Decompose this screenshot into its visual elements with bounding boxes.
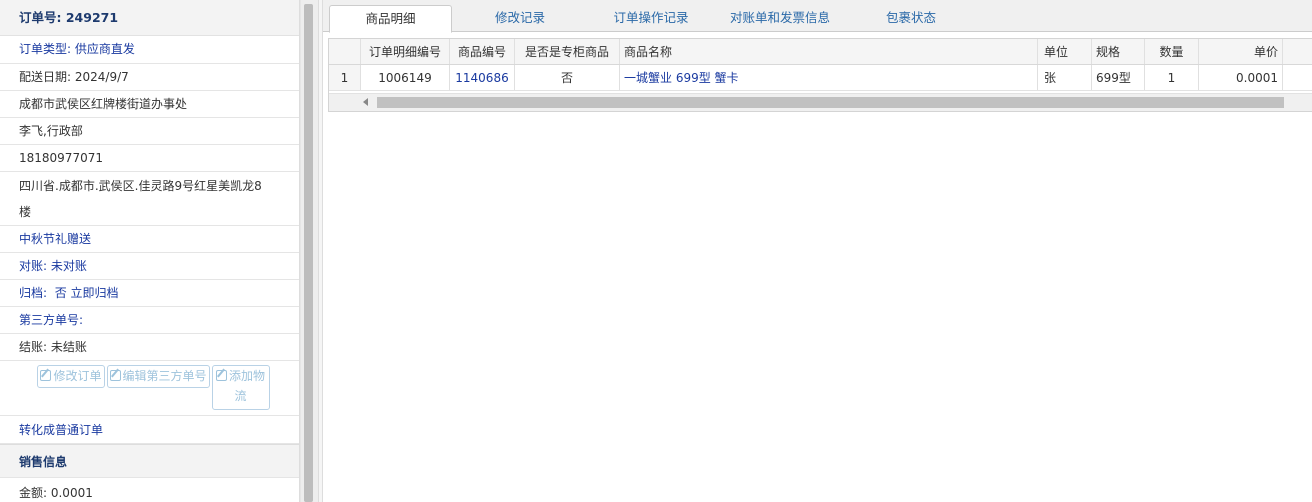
add-logistics-label-1: 添加物 bbox=[229, 369, 266, 383]
edit-third-party-button[interactable]: 编辑第三方单号 bbox=[106, 365, 210, 388]
tab-product-details[interactable]: 商品明细 bbox=[329, 5, 452, 33]
row-number-header bbox=[329, 39, 361, 64]
cell-qty: 1 bbox=[1145, 65, 1199, 90]
contact-info: 李飞,行政部 bbox=[0, 118, 299, 145]
add-logistics-button[interactable]: 添加物流 bbox=[211, 365, 270, 410]
left-panel-scrollbar[interactable] bbox=[304, 4, 313, 502]
grid-header-row: 订单明细编号 商品编号 是否是专柜商品 商品名称 单位 规格 数量 单价 bbox=[329, 39, 1312, 65]
panel-divider[interactable] bbox=[318, 0, 323, 502]
edit-order-button[interactable]: 修改订单 bbox=[37, 365, 105, 388]
row-number: 1 bbox=[329, 65, 361, 90]
col-qty-header[interactable]: 数量 bbox=[1145, 39, 1199, 64]
tab-order-operation-log[interactable]: 订单操作记录 bbox=[597, 5, 705, 32]
col-extra-header bbox=[1283, 39, 1312, 64]
archive-now-link[interactable]: 立即归档 bbox=[71, 286, 119, 300]
archive-label: 归档: bbox=[19, 286, 48, 300]
address-line-2: 楼 bbox=[19, 205, 32, 219]
col-price-header[interactable]: 单价 bbox=[1199, 39, 1283, 64]
sales-info-header: 销售信息 bbox=[0, 444, 299, 478]
tab-statement-invoice[interactable]: 对账单和发票信息 bbox=[715, 5, 845, 32]
archive-status: 归档: 否 立即归档 bbox=[0, 280, 299, 307]
table-row[interactable]: 1 1006149 1140686 否 一城蟹业 699型 蟹卡 张 699型 … bbox=[329, 65, 1312, 91]
order-number-label: 订单号: bbox=[19, 10, 62, 25]
order-number-value: 249271 bbox=[65, 10, 119, 25]
detail-tabs: 商品明细 修改记录 订单操作记录 对账单和发票信息 包裹状态 bbox=[323, 0, 1312, 33]
cell-extra bbox=[1283, 65, 1312, 90]
phone-number: 18180977071 bbox=[0, 145, 299, 172]
order-action-buttons: 修改订单 编辑第三方单号 添加物流 bbox=[0, 361, 299, 416]
reconcile-status: 对账: 未对账 bbox=[0, 253, 299, 280]
order-note: 中秋节礼赠送 bbox=[0, 226, 299, 253]
product-detail-grid: 订单明细编号 商品编号 是否是专柜商品 商品名称 单位 规格 数量 单价 1 1… bbox=[328, 38, 1312, 112]
convert-to-normal-order-link[interactable]: 转化成普通订单 bbox=[0, 416, 299, 444]
edit-icon bbox=[216, 370, 227, 381]
third-party-number: 第三方单号: bbox=[0, 307, 299, 334]
edit-icon bbox=[40, 370, 52, 381]
archive-value: 否 bbox=[54, 286, 67, 300]
col-unit-header[interactable]: 单位 bbox=[1038, 39, 1092, 64]
settle-status: 结账: 未结账 bbox=[0, 334, 299, 361]
order-type: 订单类型: 供应商直发 bbox=[0, 36, 299, 64]
scroll-left-icon[interactable] bbox=[363, 98, 368, 106]
delivery-date: 配送日期: 2024/9/7 bbox=[0, 64, 299, 91]
col-product-id-header[interactable]: 商品编号 bbox=[450, 39, 515, 64]
tab-change-log[interactable]: 修改记录 bbox=[453, 5, 587, 32]
cell-price: 0.0001 bbox=[1199, 65, 1283, 90]
cell-unit: 张 bbox=[1038, 65, 1092, 90]
address-line-1: 四川省.成都市.武侯区.佳灵路9号红星美凯龙8 bbox=[19, 179, 262, 193]
edit-order-label: 修改订单 bbox=[53, 369, 102, 383]
cell-counter: 否 bbox=[515, 65, 620, 90]
order-number-header: 订单号: 249271 bbox=[0, 0, 299, 36]
scrollbar-thumb[interactable] bbox=[377, 97, 1284, 108]
cell-product-id-link[interactable]: 1140686 bbox=[450, 65, 515, 90]
shipping-address: 四川省.成都市.武侯区.佳灵路9号红星美凯龙8 楼 bbox=[0, 172, 299, 226]
order-info-panel: 订单号: 249271 订单类型: 供应商直发 配送日期: 2024/9/7 成… bbox=[0, 0, 300, 502]
edit-third-party-label: 编辑第三方单号 bbox=[122, 369, 207, 383]
col-product-name-header[interactable]: 商品名称 bbox=[620, 39, 1038, 64]
col-spec-header[interactable]: 规格 bbox=[1092, 39, 1145, 64]
office-name: 成都市武侯区红牌楼街道办事处 bbox=[0, 91, 299, 118]
cell-detail-id: 1006149 bbox=[361, 65, 450, 90]
amount: 金额: 0.0001 bbox=[0, 478, 299, 502]
tab-package-status[interactable]: 包裹状态 bbox=[855, 5, 967, 32]
add-logistics-label-2: 流 bbox=[234, 389, 247, 403]
col-counter-header[interactable]: 是否是专柜商品 bbox=[515, 39, 620, 64]
cell-spec: 699型 bbox=[1092, 65, 1145, 90]
grid-horizontal-scrollbar[interactable] bbox=[329, 93, 1312, 111]
cell-product-name-link[interactable]: 一城蟹业 699型 蟹卡 bbox=[620, 65, 1038, 90]
col-detail-id-header[interactable]: 订单明细编号 bbox=[361, 39, 450, 64]
edit-icon bbox=[109, 370, 121, 381]
